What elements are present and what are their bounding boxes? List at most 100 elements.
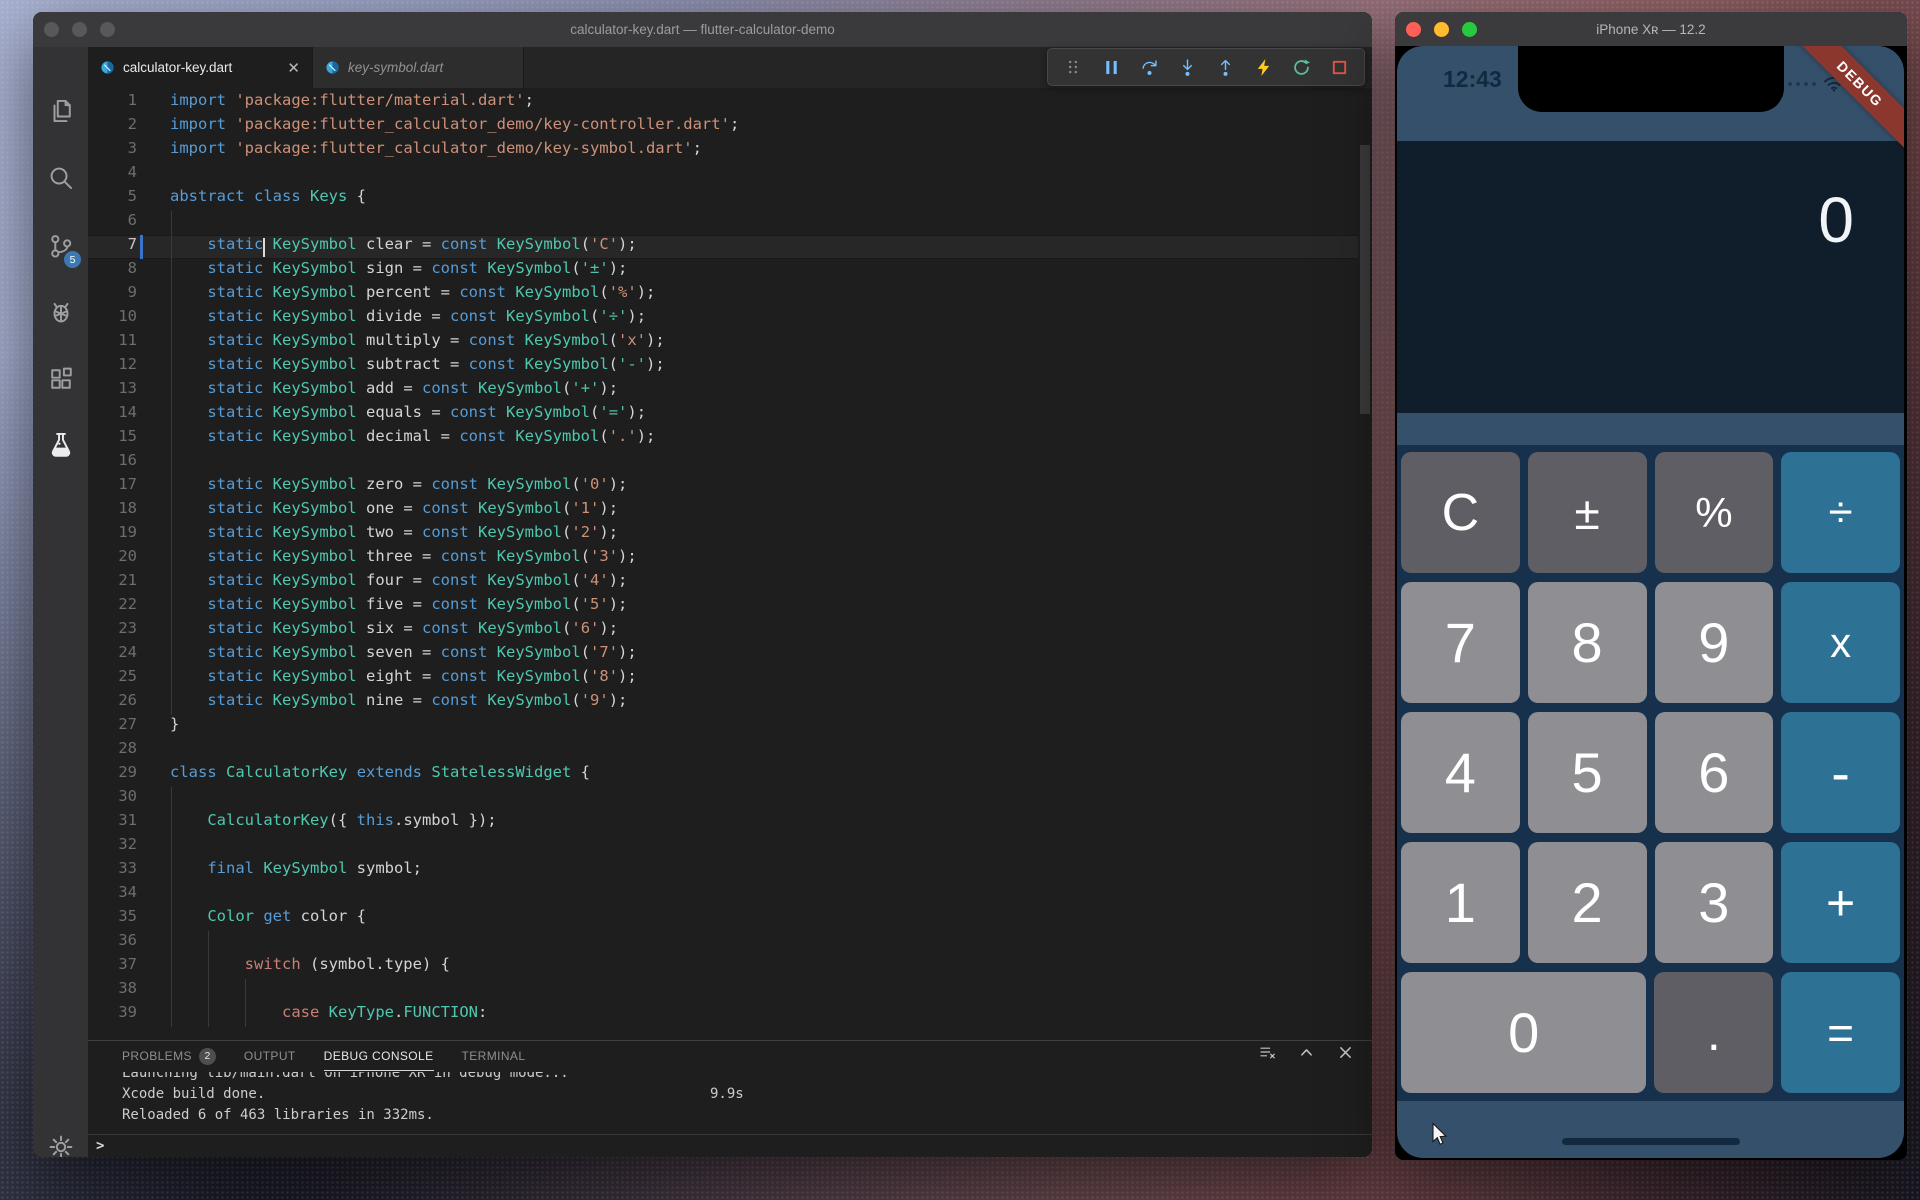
panel-tab-problems[interactable]: PROBLEMS 2 <box>122 1041 216 1071</box>
code-line-26[interactable]: static KeySymbol nine = const KeySymbol(… <box>170 691 627 715</box>
key-2[interactable]: 2 <box>1527 842 1647 963</box>
pause-icon[interactable] <box>1096 52 1126 82</box>
zoom-window-button[interactable] <box>1462 22 1477 37</box>
code-line-10[interactable]: static KeySymbol divide = const KeySymbo… <box>170 307 646 331</box>
indent-guide <box>170 211 172 715</box>
code-line-31[interactable]: CalculatorKey({ this.symbol }); <box>170 811 496 835</box>
code-line-20[interactable]: static KeySymbol three = const KeySymbol… <box>170 547 636 571</box>
code-line-1[interactable]: import 'package:flutter/material.dart'; <box>170 91 534 115</box>
activity-extensions-icon[interactable] <box>33 353 88 405</box>
code-line-14[interactable]: static KeySymbol equals = const KeySymbo… <box>170 403 646 427</box>
home-indicator[interactable] <box>1561 1138 1740 1145</box>
debug-console-input[interactable]: > <box>88 1134 1372 1157</box>
hot-reload-icon[interactable] <box>1248 52 1278 82</box>
code-line-17[interactable]: static KeySymbol zero = const KeySymbol(… <box>170 475 627 499</box>
line-number: 5 <box>127 187 137 205</box>
close-window-button[interactable] <box>44 22 59 37</box>
activity-explorer-icon[interactable] <box>33 85 88 137</box>
line-number: 21 <box>118 571 137 589</box>
code-line-35[interactable]: Color get color { <box>170 907 366 931</box>
line-number: 34 <box>118 883 137 901</box>
step-out-icon[interactable] <box>1210 52 1240 82</box>
code-line-3[interactable]: import 'package:flutter_calculator_demo/… <box>170 139 702 163</box>
drag-grip-icon[interactable] <box>1058 52 1088 82</box>
chevron-up-icon[interactable] <box>1298 1044 1315 1061</box>
code-line-22[interactable]: static KeySymbol five = const KeySymbol(… <box>170 595 627 619</box>
code-line-12[interactable]: static KeySymbol subtract = const KeySym… <box>170 355 664 379</box>
line-number: 27 <box>118 715 137 733</box>
key-x[interactable]: x <box>1781 582 1900 703</box>
panel-tab-terminal[interactable]: TERMINAL <box>462 1041 526 1071</box>
code-line-29[interactable]: class CalculatorKey extends StatelessWid… <box>170 763 590 787</box>
key-÷[interactable]: ÷ <box>1781 452 1900 573</box>
code-line-39[interactable]: case KeyType.FUNCTION: <box>170 1003 487 1027</box>
code-line-25[interactable]: static KeySymbol eight = const KeySymbol… <box>170 667 636 691</box>
key-+[interactable]: + <box>1781 842 1900 963</box>
activity-settings-gear-icon[interactable] <box>33 1121 88 1157</box>
code-line-23[interactable]: static KeySymbol six = const KeySymbol('… <box>170 619 618 643</box>
key-=[interactable]: = <box>1781 972 1900 1093</box>
key-7[interactable]: 7 <box>1401 582 1520 703</box>
key-0[interactable]: 0 <box>1401 972 1647 1093</box>
minimize-window-button[interactable] <box>1434 22 1449 37</box>
key-4[interactable]: 4 <box>1401 712 1520 833</box>
restart-icon[interactable] <box>1286 52 1316 82</box>
line-number: 2 <box>127 115 137 133</box>
tab-key-symbol-dart[interactable]: key-symbol.dart <box>313 47 524 88</box>
key-±[interactable]: ± <box>1527 452 1647 573</box>
line-number: 32 <box>118 835 137 853</box>
key-5[interactable]: 5 <box>1527 712 1647 833</box>
code-line-33[interactable]: final KeySymbol symbol; <box>170 859 422 883</box>
key-1[interactable]: 1 <box>1401 842 1520 963</box>
zoom-window-button[interactable] <box>100 22 115 37</box>
activity-search-icon[interactable] <box>33 152 88 204</box>
clear-console-icon[interactable] <box>1259 1044 1276 1061</box>
notch <box>1517 46 1784 112</box>
scm-badge: 5 <box>64 251 81 268</box>
key-.[interactable]: . <box>1654 972 1774 1093</box>
key--[interactable]: - <box>1781 712 1900 833</box>
code-line-2[interactable]: import 'package:flutter_calculator_demo/… <box>170 115 739 139</box>
close-icon[interactable] <box>1337 1044 1354 1061</box>
activity-source-control-icon[interactable]: 5 <box>33 220 88 272</box>
key-8[interactable]: 8 <box>1527 582 1647 703</box>
stop-icon[interactable] <box>1324 52 1354 82</box>
code-editor[interactable]: 1 2 3 4 5 6 7 8 9 10 11 12 13 14 15 16 17 18 19 20 21 22 23 24 2… <box>88 88 1372 1040</box>
tab-calculator-key-dart[interactable]: calculator-key.dart ✕ <box>88 47 313 88</box>
key-6[interactable]: 6 <box>1654 712 1774 833</box>
code-line-15[interactable]: static KeySymbol decimal = const KeySymb… <box>170 427 655 451</box>
panel-tab-output[interactable]: OUTPUT <box>244 1041 296 1071</box>
code-line-11[interactable]: static KeySymbol multiply = const KeySym… <box>170 331 664 355</box>
key-9[interactable]: 9 <box>1654 582 1774 703</box>
code-line-5[interactable]: abstract class Keys { <box>170 187 366 211</box>
tab-close-icon[interactable]: ✕ <box>287 59 300 77</box>
close-window-button[interactable] <box>1406 22 1421 37</box>
line-number: 30 <box>118 787 137 805</box>
code-line-9[interactable]: static KeySymbol percent = const KeySymb… <box>170 283 655 307</box>
code-line-13[interactable]: static KeySymbol add = const KeySymbol('… <box>170 379 618 403</box>
indent-guide <box>207 931 209 1027</box>
code-line-27[interactable]: } <box>170 715 179 739</box>
code-line-18[interactable]: static KeySymbol one = const KeySymbol('… <box>170 499 618 523</box>
code-line-7[interactable]: static KeySymbol clear = const KeySymbol… <box>170 235 636 259</box>
key-C[interactable]: C <box>1401 452 1520 573</box>
window-controls <box>1406 22 1477 37</box>
line-number: 6 <box>127 211 137 229</box>
step-into-icon[interactable] <box>1172 52 1202 82</box>
activity-debug-icon[interactable] <box>33 286 88 338</box>
step-over-icon[interactable] <box>1134 52 1164 82</box>
activity-test-flask-icon[interactable] <box>33 419 88 471</box>
minimize-window-button[interactable] <box>72 22 87 37</box>
editor-scrollbar[interactable] <box>1360 145 1370 414</box>
panel-tab-debug-console[interactable]: DEBUG CONSOLE <box>323 1041 434 1071</box>
simulator-titlebar[interactable]: iPhone Xʀ — 12.2 <box>1395 12 1907 46</box>
key-3[interactable]: 3 <box>1654 842 1774 963</box>
line-number: 24 <box>118 643 137 661</box>
code-line-37[interactable]: switch (symbol.type) { <box>170 955 450 979</box>
code-line-24[interactable]: static KeySymbol seven = const KeySymbol… <box>170 643 636 667</box>
code-line-21[interactable]: static KeySymbol four = const KeySymbol(… <box>170 571 627 595</box>
vscode-titlebar[interactable]: calculator-key.dart — flutter-calculator… <box>33 12 1372 47</box>
key-%[interactable]: % <box>1654 452 1774 573</box>
code-line-19[interactable]: static KeySymbol two = const KeySymbol('… <box>170 523 618 547</box>
code-line-8[interactable]: static KeySymbol sign = const KeySymbol(… <box>170 259 627 283</box>
